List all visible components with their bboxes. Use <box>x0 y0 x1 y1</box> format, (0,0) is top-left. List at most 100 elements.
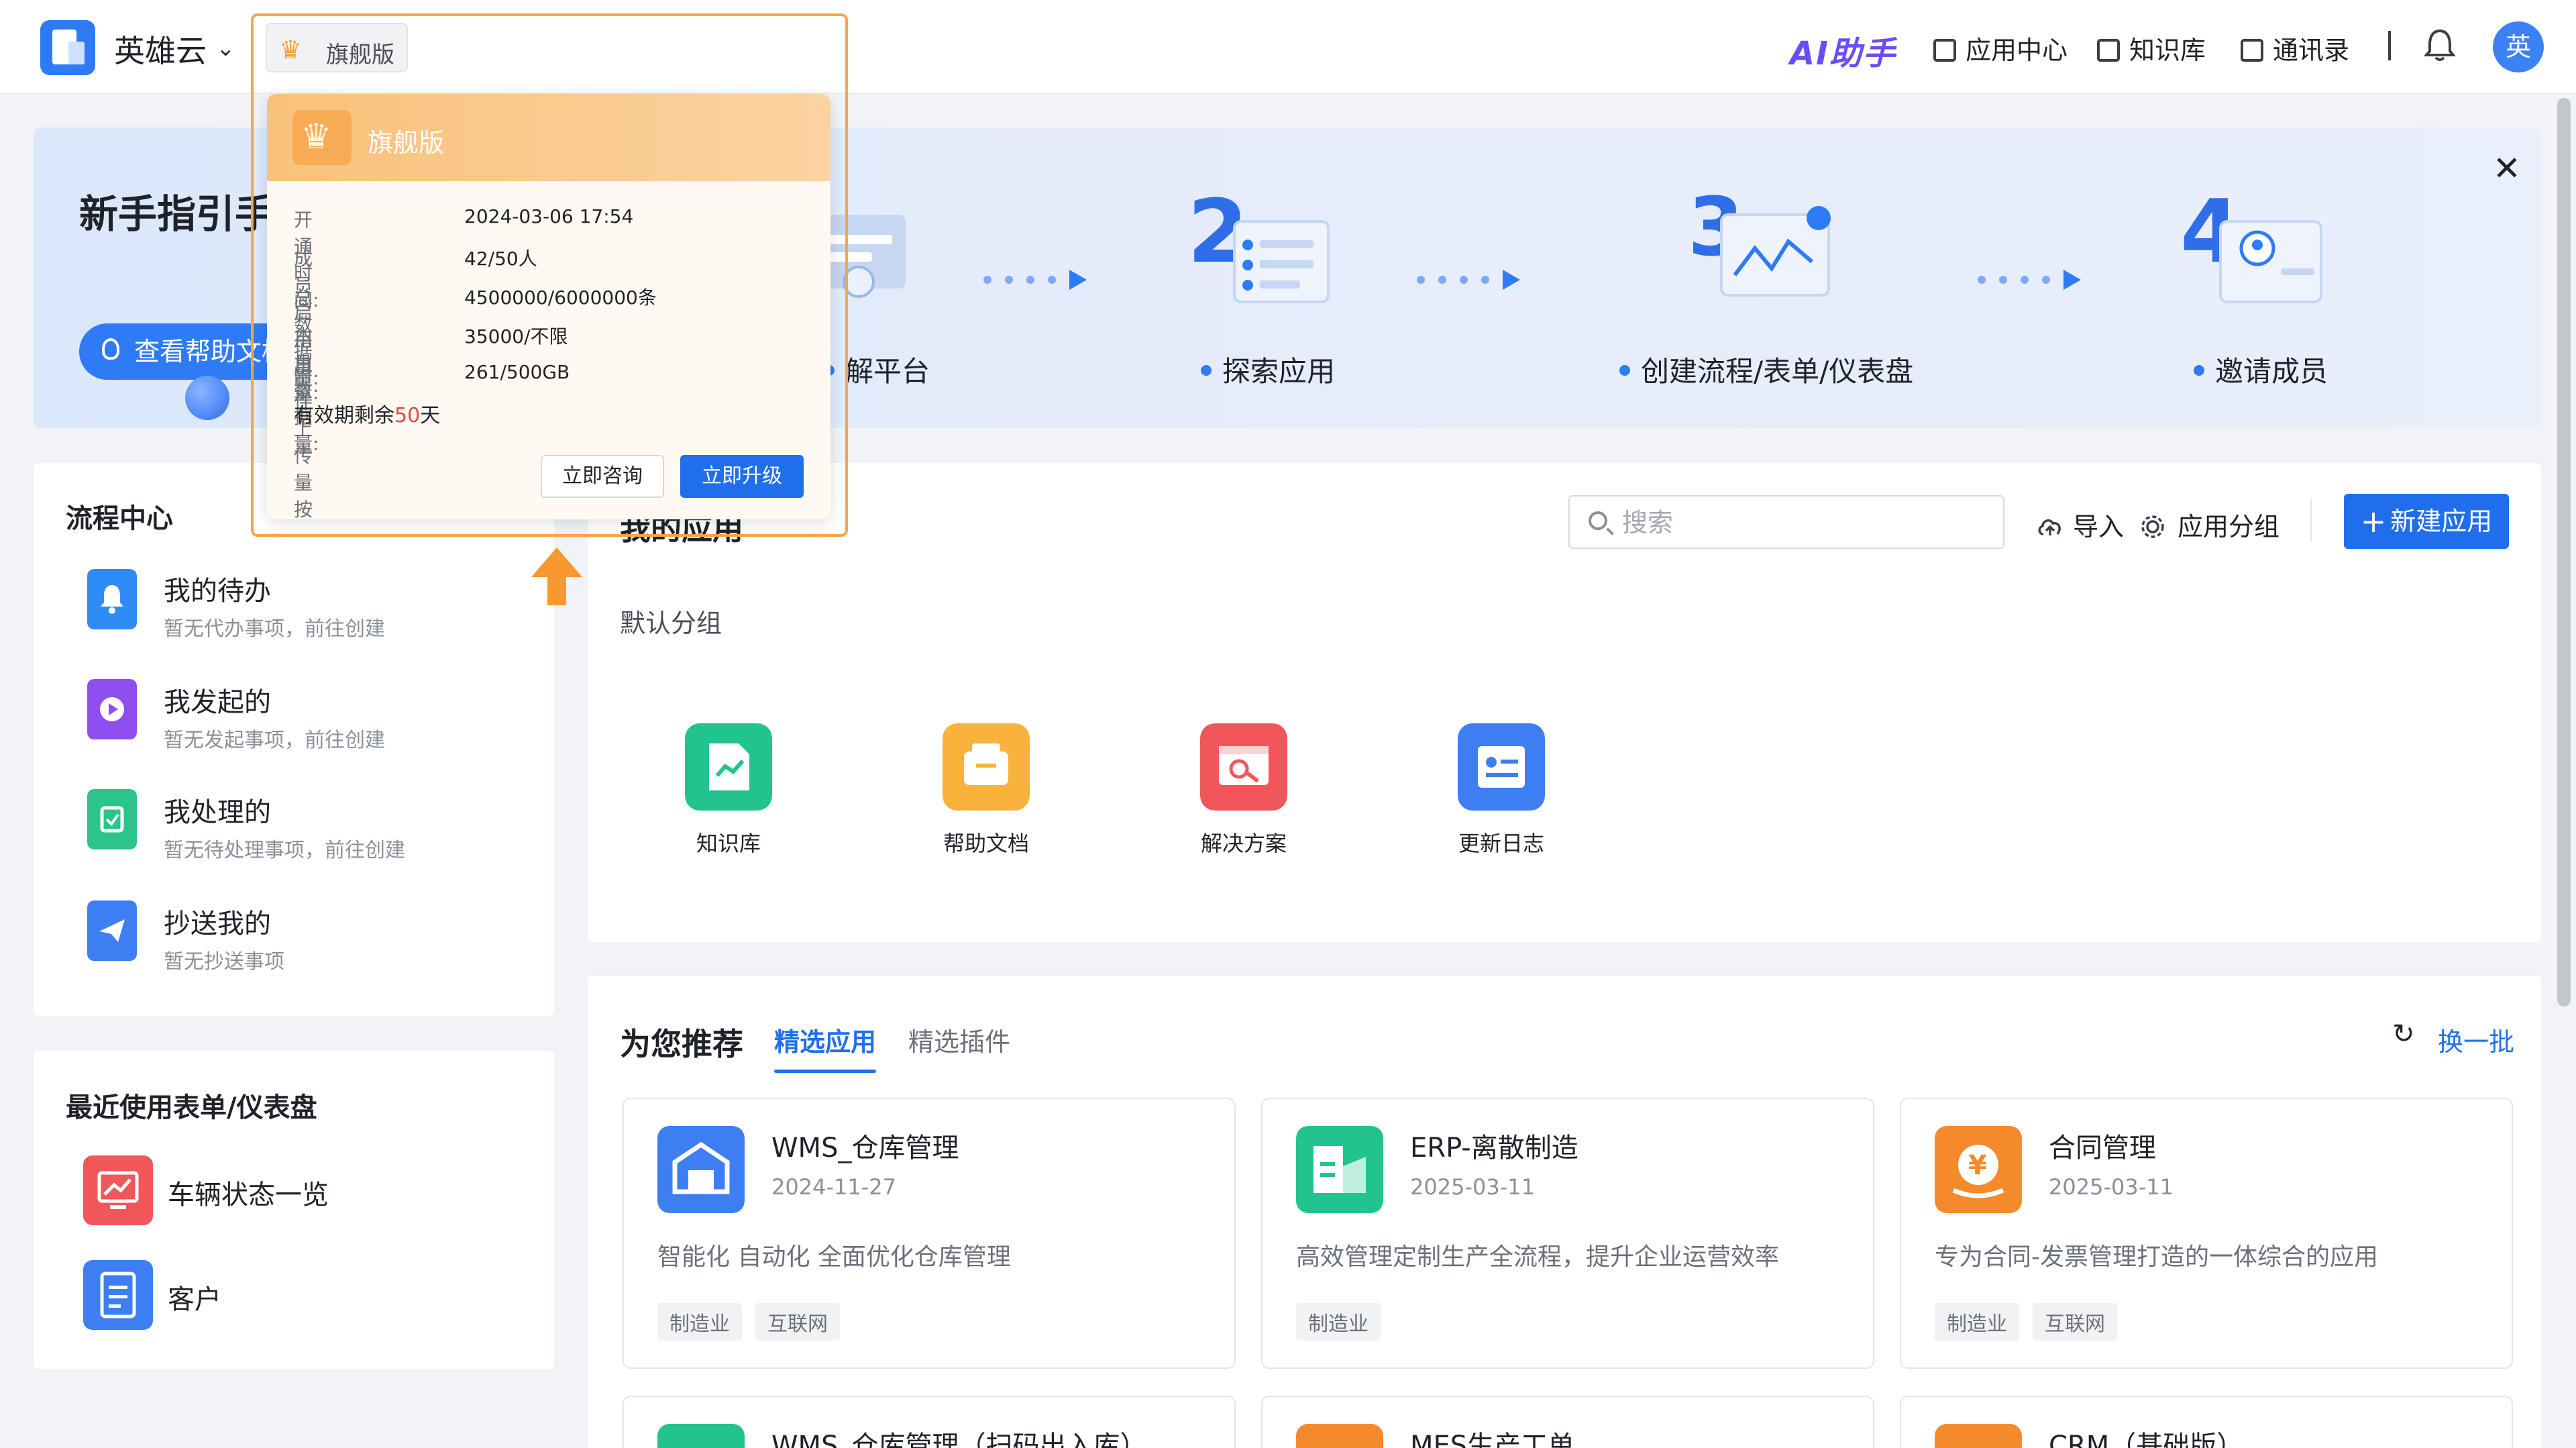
avatar[interactable]: 英 <box>2493 21 2544 72</box>
help-docs-icon <box>943 723 1030 811</box>
rec-card-date: 2025-03-11 <box>1410 1174 1535 1200</box>
svg-text:¥: ¥ <box>1968 1150 1987 1181</box>
tag: 制造业 <box>657 1303 742 1341</box>
edition-popover: ♛ 旗舰版 开通时间: 2024-03-06 17:54 成员启用用量: 42/50… <box>267 94 830 519</box>
refresh-batch-link[interactable]: 换一批 <box>2438 1021 2514 1058</box>
tab-featured-apps[interactable]: 精选应用 <box>774 1021 877 1073</box>
rec-card-tags: 制造业 互联网 <box>657 1303 853 1341</box>
step-label-invite-members[interactable]: 邀请成员 <box>2194 349 2328 390</box>
recent-item-name: 客户 <box>168 1284 221 1315</box>
rec-card-erp[interactable]: ERP-离散制造 2025-03-11 高效管理定制生产全流程，提升企业运营效率… <box>1261 1098 1874 1369</box>
brand-logo[interactable] <box>40 20 95 75</box>
flow-item-name: 我处理的 <box>164 797 271 828</box>
changelog-icon <box>1458 723 1545 811</box>
app-tile-solutions[interactable]: 解决方案 <box>1183 723 1304 858</box>
rec-card-name: 合同管理 <box>2049 1133 2156 1163</box>
tag: 互联网 <box>2033 1303 2117 1341</box>
flow-item-desc: 暂无代办事项，前往创建 <box>164 617 385 641</box>
step-connector-1 <box>983 270 1087 290</box>
rec-card-desc: 专为合同-发票管理打造的一体综合的应用 <box>1935 1243 2378 1271</box>
nav-app-center[interactable]: 应用中心 <box>1933 30 2068 66</box>
flow-item-desc: 暂无待处理事项，前往创建 <box>164 839 405 862</box>
gear-icon <box>2141 515 2164 538</box>
rec-card-name: CRM（基础版） <box>2049 1431 2244 1448</box>
new-app-button[interactable]: + 新建应用 <box>2344 494 2509 549</box>
tab-featured-plugins[interactable]: 精选插件 <box>908 1021 1010 1058</box>
arrow-up-icon <box>531 548 582 605</box>
app-search-input[interactable] <box>1568 495 2004 549</box>
flow-center-title: 流程中心 <box>66 503 173 534</box>
crown-icon: ♛ <box>292 110 352 165</box>
tag: 制造业 <box>1935 1303 2019 1341</box>
app-tile-name: 帮助文档 <box>943 831 1029 856</box>
send-icon <box>87 900 137 961</box>
rec-card-mes[interactable]: MES生产工单 <box>1261 1396 1874 1448</box>
factory-icon <box>1296 1126 1383 1213</box>
tag: 互联网 <box>755 1303 840 1341</box>
warehouse-icon <box>657 1126 745 1213</box>
knowledge-base-icon <box>685 723 772 811</box>
play-icon <box>87 679 137 739</box>
tag: 制造业 <box>1296 1303 1381 1341</box>
rec-card-name: ERP-离散制造 <box>1410 1133 1578 1163</box>
app-group-button[interactable]: 应用分组 <box>2140 506 2279 543</box>
decorative-ball <box>185 376 229 420</box>
app-tile-knowledge-base[interactable]: 知识库 <box>668 723 789 858</box>
app-tile-changelog[interactable]: 更新日志 <box>1441 723 1562 858</box>
rec-card-contract[interactable]: ¥ 合同管理 2025-03-11 专为合同-发票管理打造的一体综合的应用 制造… <box>1900 1098 2513 1369</box>
flow-item-name: 我发起的 <box>164 687 271 718</box>
scrollbar-thumb[interactable] <box>2557 98 2571 1006</box>
rec-card-tags: 制造业 互联网 <box>1935 1303 2131 1341</box>
step-connector-2 <box>1417 270 1520 290</box>
chevron-down-icon[interactable]: ⌄ <box>216 35 235 62</box>
toolbar-divider <box>2310 499 2312 542</box>
plus-icon: + <box>2360 503 2387 539</box>
validity-remaining: 有效期剩余50天 <box>294 404 441 427</box>
rec-card-desc: 高效管理定制生产全流程，提升企业运营效率 <box>1296 1243 1780 1271</box>
step-3-illustration: 3 <box>1688 181 1831 297</box>
chart-icon <box>83 1155 153 1225</box>
popover-title: 旗舰版 <box>368 128 445 158</box>
rec-card-wms[interactable]: WMS_仓库管理 2024-11-27 智能化 自动化 全面优化仓库管理 制造业… <box>623 1098 1236 1369</box>
cloud-upload-icon <box>2038 519 2061 535</box>
step-2-illustration: 2 <box>1187 181 1330 303</box>
solutions-icon <box>1200 723 1287 811</box>
popover-header: ♛ 旗舰版 <box>267 94 830 181</box>
nav-divider <box>2388 31 2391 60</box>
search-icon <box>1589 511 1607 530</box>
rec-card-tags: 制造业 <box>1296 1303 1394 1341</box>
task-icon <box>87 789 137 849</box>
step-label-create[interactable]: 创建流程/表单/仪表盘 <box>1619 349 1913 390</box>
nav-contacts[interactable]: 通讯录 <box>2241 30 2349 66</box>
step-4-illustration: 4 <box>2180 181 2322 303</box>
document-icon <box>83 1260 153 1330</box>
app-tile-help-docs[interactable]: 帮助文档 <box>926 723 1046 858</box>
rec-card-date: 2024-11-27 <box>771 1174 896 1200</box>
rec-card-crm[interactable]: CRM（基础版） <box>1900 1396 2513 1448</box>
refresh-icon[interactable]: ↻ <box>2392 1019 2415 1049</box>
recent-item-name: 车辆状态一览 <box>168 1180 329 1210</box>
upgrade-button[interactable]: 立即升级 <box>680 455 804 498</box>
rec-card-name: WMS_仓库管理（扫码出入库） <box>771 1431 1147 1448</box>
consult-button[interactable]: 立即咨询 <box>541 455 664 498</box>
rec-card-name: WMS_仓库管理 <box>771 1133 959 1163</box>
work-order-icon <box>1296 1424 1383 1448</box>
import-button[interactable]: 导入 <box>2037 506 2124 543</box>
nav-knowledge-base[interactable]: 知识库 <box>2097 30 2206 66</box>
step-label-explore-apps[interactable]: 探索应用 <box>1201 349 1335 390</box>
close-icon[interactable]: ✕ <box>2493 149 2521 188</box>
bell-icon <box>87 569 137 629</box>
rec-card-wms-scan[interactable]: WMS_仓库管理（扫码出入库） <box>623 1396 1236 1448</box>
default-group-label: 默认分组 <box>620 609 722 638</box>
recent-forms-title: 最近使用表单/仪表盘 <box>66 1092 317 1123</box>
app-tile-name: 解决方案 <box>1200 831 1287 856</box>
rec-card-date: 2025-03-11 <box>2049 1174 2174 1200</box>
flow-item-desc: 暂无发起事项，前往创建 <box>164 729 385 752</box>
brand-name[interactable]: 英雄云 <box>114 27 207 71</box>
bell-icon[interactable] <box>2424 28 2455 63</box>
ai-helper-link[interactable]: AI助手 <box>1790 27 1896 74</box>
warehouse-scan-icon <box>657 1424 745 1448</box>
contacts-icon <box>2241 39 2263 62</box>
search-field[interactable] <box>1622 503 1984 542</box>
rec-card-desc: 智能化 自动化 全面优化仓库管理 <box>657 1243 1011 1271</box>
